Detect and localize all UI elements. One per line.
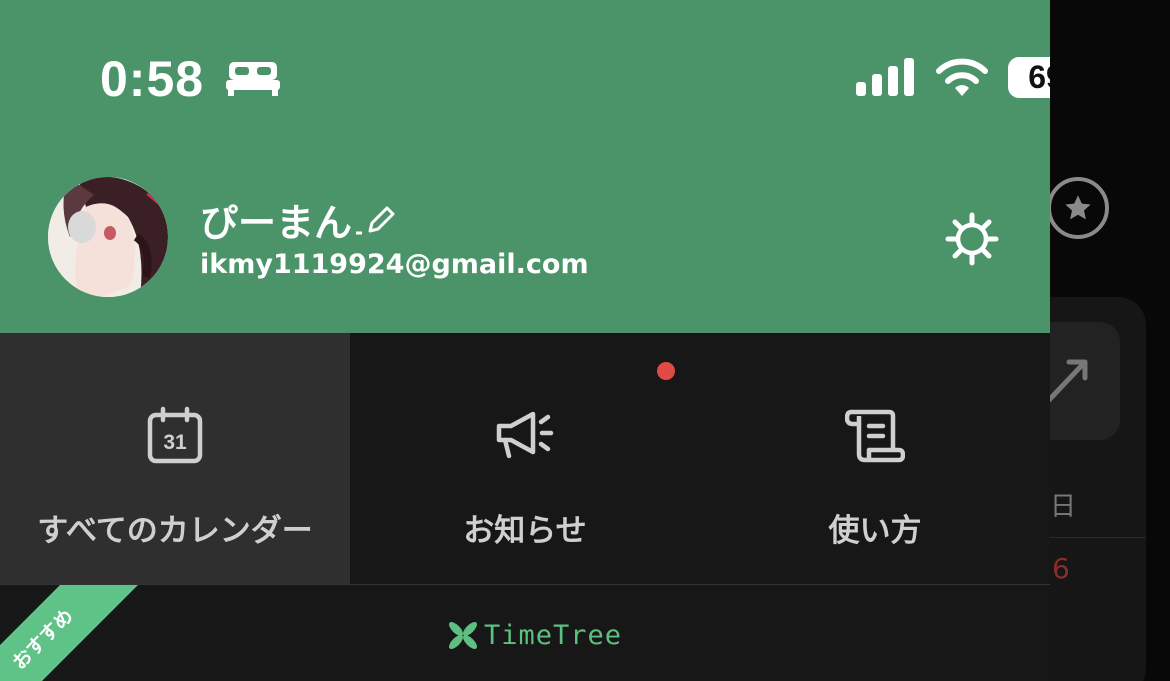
tab-notifications[interactable]: お知らせ [350, 333, 700, 585]
background-date: 6 [1052, 552, 1070, 585]
recommend-ribbon: おすすめ [0, 585, 140, 681]
svg-text:31: 31 [163, 431, 187, 454]
timetree-logo: TimeTree [446, 618, 622, 652]
wifi-icon [935, 58, 989, 102]
tab-all-calendars[interactable]: 31 すべてのカレンダー [0, 333, 350, 585]
avatar[interactable] [48, 177, 168, 297]
calendar-icon: 31 [145, 406, 205, 466]
background-divider [1050, 537, 1146, 538]
edit-icon[interactable] [356, 203, 398, 239]
star-icon[interactable] [1047, 177, 1109, 239]
battery-level: 69 [1028, 59, 1050, 95]
tab-how-to-use[interactable]: 使い方 [700, 333, 1050, 585]
tab-label: すべてのカレンダー [37, 513, 313, 549]
sleep-focus-icon [226, 58, 280, 100]
scroll-icon [844, 406, 906, 466]
user-name[interactable]: ぴーまん [200, 192, 352, 247]
expand-icon[interactable] [1045, 356, 1089, 406]
user-email: ikmy1119924@gmail.com [200, 249, 589, 280]
signal-icon [856, 58, 916, 100]
notification-badge [657, 362, 675, 380]
side-drawer: 0:58 6 ぴーまん ikmy1119924@gmail.com 31 すべて… [0, 0, 1050, 681]
status-time: 0:58 [100, 51, 205, 107]
tab-label: お知らせ [463, 513, 587, 549]
tab-label: 使い方 [828, 513, 922, 549]
profile-header: 0:58 6 ぴーまん ikmy1119924@gmail.com [0, 0, 1050, 333]
settings-icon[interactable] [944, 211, 1000, 271]
leaf-icon [449, 622, 477, 649]
battery-icon: 69 [1008, 57, 1050, 98]
megaphone-icon [495, 406, 555, 466]
logo-text: TimeTree [484, 619, 623, 651]
promo-banner[interactable]: おすすめ TimeTree [0, 585, 1050, 681]
drawer-tabs: 31 すべてのカレンダー お知らせ 使い方 [0, 333, 1050, 585]
background-weekday: 日 [1050, 492, 1077, 522]
